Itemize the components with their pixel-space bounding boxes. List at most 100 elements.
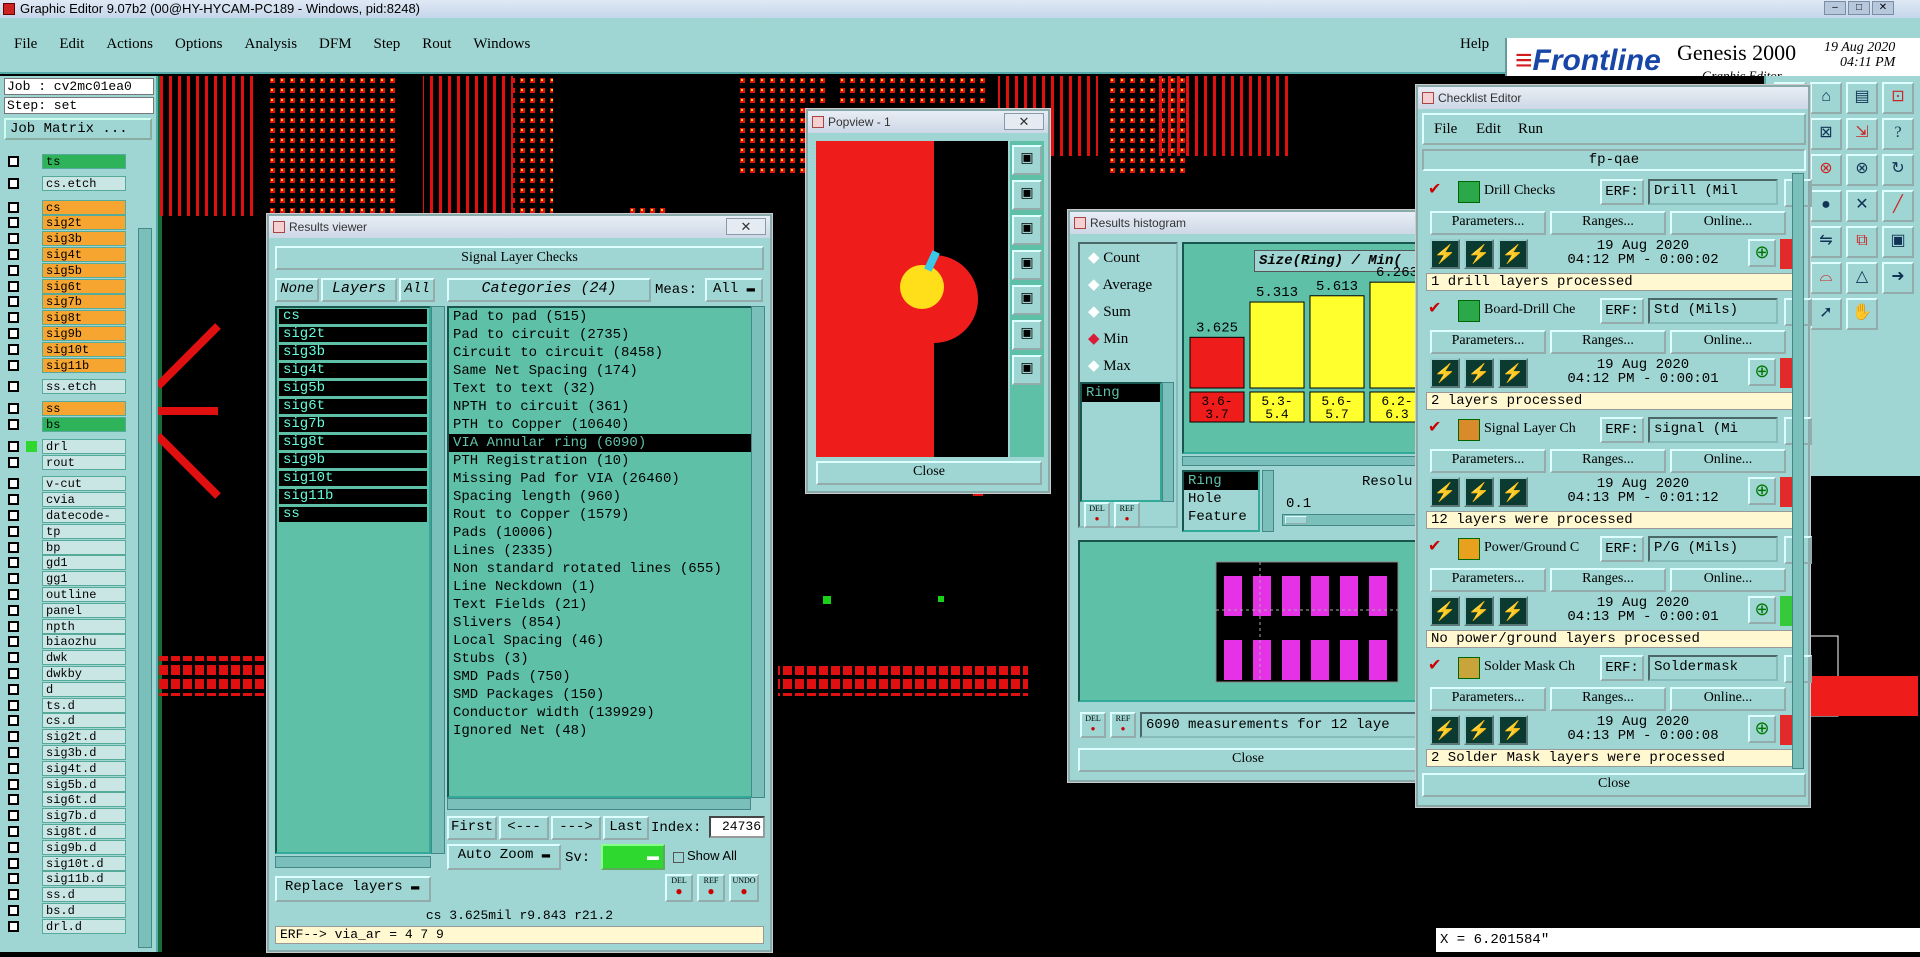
layer-checkbox[interactable]	[8, 403, 19, 415]
layers-scrollbar[interactable]	[431, 306, 445, 854]
erf-value[interactable]: Std (Mils)	[1648, 298, 1778, 324]
panel-icon[interactable]: ▣	[1882, 226, 1914, 258]
category-item[interactable]: NPTH to circuit (361)	[449, 398, 751, 416]
run-icon[interactable]: ⚡	[1498, 358, 1528, 388]
categories-button[interactable]: Categories (24)	[447, 278, 651, 302]
ranges-button[interactable]: Ranges...	[1550, 211, 1666, 235]
kind-list[interactable]: Ring Hole Feature	[1182, 470, 1260, 532]
checkmark-icon[interactable]: ✔	[1428, 658, 1442, 674]
run-icon[interactable]: ⚡	[1430, 596, 1460, 626]
action-name[interactable]: Drill Checks	[1484, 183, 1592, 199]
layer-checkbox[interactable]	[8, 381, 19, 393]
category-item[interactable]: Line Neckdown (1)	[449, 578, 751, 596]
meas-dropdown[interactable]: All ▬	[705, 278, 763, 302]
categories-hscrollbar[interactable]	[447, 798, 751, 810]
network-icon[interactable]: ⊗	[1846, 154, 1878, 186]
kind-scrollbar[interactable]	[1262, 470, 1274, 532]
layer-checkbox[interactable]	[8, 541, 19, 553]
checklist-menu-edit[interactable]: Edit	[1476, 121, 1501, 138]
preview-del-button[interactable]: DEL ●	[1080, 712, 1106, 738]
category-item[interactable]: Rout to Copper (1579)	[449, 506, 751, 524]
layer-checkbox[interactable]	[8, 494, 19, 506]
magnify-icon[interactable]: ⊕	[1748, 715, 1776, 743]
layer-checkbox[interactable]	[8, 636, 19, 648]
layer-row[interactable]: sig5b	[4, 262, 126, 278]
layers-button[interactable]: Layers	[321, 278, 397, 302]
layer-row[interactable]: sig6t	[4, 278, 126, 294]
layer-checkbox[interactable]	[8, 440, 19, 452]
run-icon[interactable]: ⚡	[1464, 715, 1494, 745]
result-layer-item[interactable]: cs	[279, 309, 427, 324]
layer-checkbox[interactable]	[8, 699, 19, 711]
layer-checkbox[interactable]	[8, 794, 19, 806]
run-icon[interactable]: ⚡	[1464, 596, 1494, 626]
snap-icon[interactable]: ⊠	[1810, 118, 1842, 150]
layer-checkbox[interactable]	[8, 573, 19, 585]
layer-row[interactable]: sig5b.d	[4, 776, 126, 792]
result-layer-item[interactable]: sig9b	[279, 453, 427, 468]
result-layer-item[interactable]: sig2t	[279, 327, 427, 342]
layer-row[interactable]: cs	[4, 199, 126, 215]
layer-checkbox[interactable]	[8, 419, 19, 430]
del-button[interactable]: DEL ●	[665, 874, 693, 902]
layer-checkbox[interactable]	[8, 233, 19, 245]
ranges-button[interactable]: Ranges...	[1550, 687, 1666, 711]
triangle-icon[interactable]: △	[1846, 262, 1878, 294]
erf-value[interactable]: signal (Mi	[1648, 417, 1778, 443]
resolution-slider[interactable]	[1282, 514, 1418, 526]
pan-icon[interactable]: ✋	[1846, 298, 1878, 330]
parameters-button[interactable]: Parameters...	[1430, 568, 1546, 592]
layer-checkbox[interactable]	[8, 312, 19, 324]
histogram-option-count[interactable]: ◆ Count	[1088, 248, 1140, 267]
layer-row[interactable]: sig11b	[4, 357, 126, 373]
layer-row[interactable]: panel	[4, 602, 126, 618]
category-item[interactable]: Stubs (3)	[449, 650, 751, 668]
magnify-icon[interactable]: ⊕	[1748, 239, 1776, 267]
menu-step[interactable]: Step	[374, 36, 401, 52]
checklist-menu-run[interactable]: Run	[1518, 121, 1543, 138]
layer-row[interactable]: npth	[4, 618, 126, 634]
category-item[interactable]: Same Net Spacing (174)	[449, 362, 751, 380]
fit-icon[interactable]: ▣	[1012, 320, 1042, 350]
histogram-option-sum[interactable]: ◆ Sum	[1088, 302, 1131, 321]
run-icon[interactable]: ⚡	[1498, 239, 1528, 269]
online-button[interactable]: Online...	[1670, 330, 1786, 354]
erf-value[interactable]: Drill (Mil	[1648, 179, 1778, 205]
severity-dropdown[interactable]: ▬	[601, 844, 665, 870]
layer-checkbox[interactable]	[8, 683, 19, 695]
layer-row[interactable]: sig4t	[4, 247, 126, 262]
minimize-button[interactable]: –	[1824, 1, 1846, 15]
run-icon[interactable]: ⚡	[1464, 358, 1494, 388]
layer-checkbox[interactable]	[8, 715, 19, 727]
result-layer-item[interactable]: sig4t	[279, 363, 427, 378]
ranges-button[interactable]: Ranges...	[1550, 568, 1666, 592]
menu-edit[interactable]: Edit	[59, 36, 84, 52]
ring-list[interactable]: Ring	[1080, 382, 1162, 502]
histogram-bar[interactable]	[1189, 336, 1245, 389]
result-layer-item[interactable]: sig8t	[279, 435, 427, 450]
checkmark-icon[interactable]: ✔	[1428, 301, 1442, 317]
circle-icon[interactable]: ●	[1810, 190, 1842, 222]
prev-button[interactable]: <---	[499, 816, 549, 840]
all-button[interactable]: All	[399, 278, 435, 302]
maximize-button[interactable]: □	[1848, 1, 1870, 15]
layer-row[interactable]: sig10t.d	[4, 855, 126, 871]
next-button[interactable]: --->	[551, 816, 601, 840]
erf-value[interactable]: Soldermask	[1648, 655, 1778, 681]
result-layers-list[interactable]: cs sig2t sig3b sig4t sig5b sig6t sig7b sig8t sig…	[275, 306, 431, 854]
rotate-icon[interactable]: ↻	[1882, 154, 1914, 186]
category-item[interactable]: Local Spacing (46)	[449, 632, 751, 650]
kind-item[interactable]: Hole	[1184, 490, 1258, 508]
layer-checkbox[interactable]	[8, 296, 19, 308]
result-layer-item[interactable]: sig6t	[279, 399, 427, 414]
job-matrix-button[interactable]: Job Matrix ...	[4, 118, 152, 140]
ranges-button[interactable]: Ranges...	[1550, 449, 1666, 473]
menu-windows[interactable]: Windows	[473, 36, 530, 52]
layer-checkbox[interactable]	[8, 778, 19, 790]
center-icon[interactable]: ▣	[1012, 285, 1042, 315]
arrow-icon[interactable]: ➜	[1882, 262, 1914, 294]
category-item[interactable]: Circuit to circuit (8458)	[449, 344, 751, 362]
cross-icon[interactable]: ✕	[1846, 190, 1878, 222]
result-layer-item[interactable]: ss	[279, 507, 427, 522]
histogram-chart[interactable]: Size(Ring) / Min( 3.625 3.6- 3.7 5.313 5.3- 5…	[1182, 242, 1418, 454]
